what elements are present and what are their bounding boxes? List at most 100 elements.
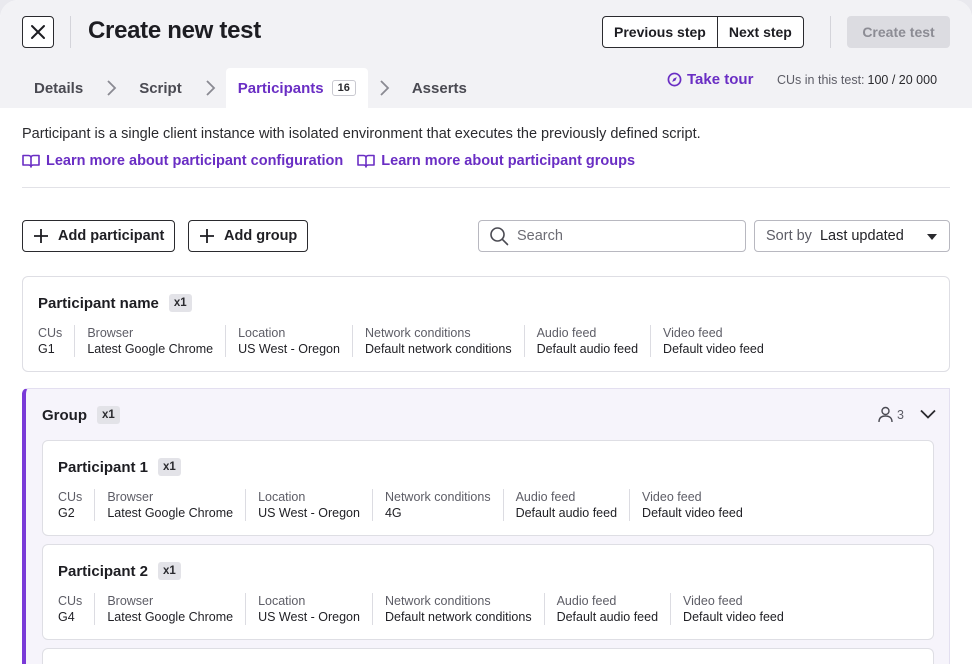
close-button[interactable] [22,16,54,48]
meta-label: Audio feed [536,326,597,340]
meta-label: Location [238,326,286,340]
multiplier-badge: x1 [97,406,120,424]
meta-label: Audio feed [556,594,617,608]
meta-value: US West - Oregon [258,506,360,520]
step-asserts[interactable]: Asserts [400,68,479,108]
next-step-button[interactable]: Next step [716,17,803,47]
participant-name: Participant name [38,294,159,312]
sort-dropdown[interactable]: Sort by Last updated [754,220,950,252]
step-participants[interactable]: Participants 16 [225,68,368,108]
group-participant-card[interactable]: Participant 1 x1 CUs G2 Browser Latest Goo… [42,440,934,536]
meta-browser: Browser Latest Google Chrome [94,489,245,521]
meta-value: 4G [384,506,402,520]
plus-icon [200,229,214,243]
meta-value: Default network conditions [384,610,532,624]
meta-value: Default audio feed [536,342,639,356]
divider [830,16,831,48]
chevron-right-icon [194,68,226,108]
step-script[interactable]: Script [127,68,194,108]
meta-label: Network conditions [384,594,491,608]
section-divider [22,187,950,188]
sort-label: Sort by [766,228,812,244]
meta-label: CUs [38,326,63,340]
meta-label: Location [258,594,306,608]
meta-value: Default audio feed [556,610,659,624]
take-tour-label: Take tour [687,71,754,88]
participant-groups-link[interactable]: Learn more about participant groups [357,153,635,169]
cus-summary-value: 100 / 20 000 [867,73,938,87]
meta-audio: Audio feed Default audio feed [502,489,629,521]
chevron-right-icon [368,68,400,108]
meta-video: Video feed Default video feed [629,489,755,521]
meta-label: Video feed [642,490,702,504]
participant-config-link[interactable]: Learn more about participant configurati… [22,153,343,169]
top-bar: Create new test Previous step Next step … [0,0,972,108]
meta-label: Video feed [683,594,743,608]
meta-cus: CUs G4 [58,593,94,625]
search-field[interactable] [478,220,746,252]
chevron-down-icon [920,409,936,419]
take-tour-link[interactable]: Take tour [667,71,753,88]
meta-location: Location US West - Oregon [225,325,352,357]
meta-label: Location [258,490,306,504]
meta-video: Video feed Default video feed [650,325,776,357]
search-icon [490,227,509,246]
group-participant-card[interactable] [42,648,934,664]
meta-value: US West - Oregon [238,342,340,356]
chevron-right-icon [95,68,127,108]
add-participant-button[interactable]: Add participant [22,220,176,252]
meta-value: Latest Google Chrome [107,506,234,520]
search-input[interactable] [517,228,717,244]
meta-browser: Browser Latest Google Chrome [74,325,225,357]
meta-audio: Audio feed Default audio feed [523,325,650,357]
meta-cus: CUs G1 [38,325,74,357]
meta-value: G2 [58,506,75,520]
meta-value: G4 [58,610,75,624]
close-icon [31,25,45,39]
previous-step-button[interactable]: Previous step [603,17,717,47]
participant-title: Participant name x1 [38,294,192,312]
participant-meta: CUs G2 Browser Latest Google Chrome Locati… [58,489,755,521]
group-collapse-toggle[interactable] [918,404,938,424]
add-group-label: Add group [224,228,298,244]
meta-video: Video feed Default video feed [670,593,796,625]
meta-value: Default video feed [642,506,743,520]
book-icon [357,154,376,168]
meta-value: Default video feed [683,610,784,624]
help-links: Learn more about participant configurati… [22,153,635,169]
participant-title: Participant 1 x1 [58,458,181,476]
participant-card[interactable]: Participant name x1 CUs G1 Browser Latest … [22,276,950,372]
participant-name: Participant 1 [58,458,149,476]
compass-icon [667,72,682,87]
caret-down-icon [927,234,937,240]
meta-cus: CUs G2 [58,489,94,521]
multiplier-badge: x1 [158,458,181,476]
group-member-count: 3 [878,406,904,423]
meta-label: Browser [87,326,134,340]
create-test-button[interactable]: Create test [847,16,950,48]
meta-label: Network conditions [384,490,491,504]
step-nav-buttons: Previous step Next step [602,16,804,48]
meta-value: Default network conditions [364,342,512,356]
meta-browser: Browser Latest Google Chrome [94,593,245,625]
meta-location: Location US West - Oregon [245,593,372,625]
step-participants-label: Participants [237,79,324,97]
participant-groups-link-label: Learn more about participant groups [381,153,636,169]
cus-summary: CUs in this test: 100 / 20 000 [777,73,937,87]
participants-description: Participant is a single client instance … [22,126,701,142]
cus-summary-label: CUs in this test: [777,73,865,87]
meta-value: Default video feed [663,342,764,356]
group-participant-card[interactable]: Participant 2 x1 CUs G4 Browser Latest Goo… [42,544,934,640]
sort-value: Last updated [819,228,904,244]
step-count-badge: 16 [331,80,356,96]
multiplier-badge: x1 [168,294,192,312]
add-group-button[interactable]: Add group [188,220,309,252]
step-details[interactable]: Details [22,68,95,108]
group-name: Group [42,406,87,424]
meta-value: Default audio feed [515,506,618,520]
meta-value: US West - Oregon [258,610,360,624]
participant-meta: CUs G1 Browser Latest Google Chrome Locati… [38,325,776,357]
meta-value: Latest Google Chrome [107,610,234,624]
participant-title: Participant 2 x1 [58,562,181,580]
meta-value: Latest Google Chrome [87,342,214,356]
